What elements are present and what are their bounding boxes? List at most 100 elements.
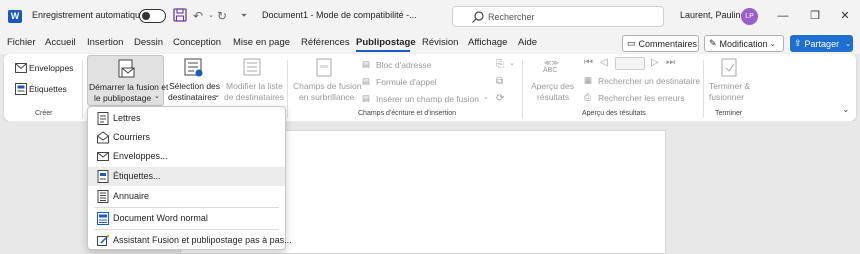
chevron-down-icon: ⌄ <box>154 93 160 100</box>
insert-field-label: Insérer un champ de fusion <box>376 94 480 104</box>
menu-item-label: Étiquettes... <box>113 171 161 181</box>
recipients-list-icon <box>184 58 203 77</box>
finish-merge-icon <box>721 58 737 77</box>
tab-accueil[interactable]: Accueil <box>45 37 76 48</box>
group-separator <box>287 60 288 118</box>
group-separator <box>522 60 523 118</box>
menu-item-assistant-fusion[interactable]: Assistant Fusion et publipostage pas à p… <box>88 231 292 250</box>
search-box[interactable]: Rechercher <box>452 6 664 27</box>
comments-label: Commentaires <box>638 38 698 49</box>
customize-qat-icon[interactable]: ⏷ <box>236 8 252 24</box>
share-icon: ⇪ <box>794 38 802 48</box>
highlight-fields-icon <box>316 58 332 77</box>
group-label-creer: Créer <box>35 110 53 117</box>
menu-item-courriers[interactable]: Courriers <box>88 128 285 147</box>
first-record-icon: ⏮ <box>584 57 593 68</box>
check-errors-label: Rechercher les erreurs <box>598 93 685 103</box>
preview-line1: Aperçu des <box>531 81 574 91</box>
insert-field-icon: ▤ <box>362 93 371 103</box>
editing-label: Modification <box>719 38 768 49</box>
envelope-icon <box>97 152 109 161</box>
menu-item-label: Annuaire <box>113 191 150 201</box>
menu-item-lettres[interactable]: Lettres <box>88 109 285 128</box>
edit-list-icon <box>243 58 261 76</box>
menu-item-label: Lettres <box>113 113 141 123</box>
chevron-down-icon: ⌄ <box>769 40 776 48</box>
autosave-toggle[interactable] <box>139 9 166 23</box>
group-label-apercu: Aperçu des résultats <box>582 110 646 117</box>
letter-icon <box>97 112 109 125</box>
collapse-ribbon-chevron-icon[interactable]: ⌄ <box>842 104 850 115</box>
preview-line2: résultats <box>537 92 570 102</box>
word-document-icon <box>97 212 109 225</box>
comments-button[interactable]: ▭ Commentaires <box>622 35 699 52</box>
record-number-field <box>615 57 645 70</box>
tab-references[interactable]: Références <box>301 37 350 48</box>
start-mail-merge-button[interactable]: Démarrer la fusion et le publipostage ⌄ <box>87 55 168 106</box>
rules-icon: ⎘ <box>496 59 504 70</box>
restore-icon[interactable]: ❐ <box>808 8 822 24</box>
menu-item-enveloppes[interactable]: Enveloppes... <box>88 147 285 166</box>
select-recipients-button[interactable]: Sélection des destinataires ⌄ <box>166 55 222 106</box>
menu-item-annuaire[interactable]: Annuaire <box>88 187 285 206</box>
tab-publipostage[interactable]: Publipostage <box>356 37 416 48</box>
start-merge-label-line1: Démarrer la fusion et <box>89 82 169 92</box>
edit-list-line1: Modifier la liste <box>226 81 283 91</box>
menu-separator <box>94 229 279 230</box>
finish-line1: Terminer & <box>709 81 751 91</box>
greeting-line-button: ▤ Formule d'appel <box>362 75 452 90</box>
etiquettes-button[interactable]: Étiquettes <box>12 82 74 98</box>
greeting-line-icon: ▤ <box>362 76 371 86</box>
label-icon <box>97 170 109 183</box>
chevron-down-icon: ⌄ <box>509 60 515 67</box>
mail-merge-document-icon <box>118 59 135 78</box>
menu-item-document-word-normal[interactable]: Document Word normal <box>88 209 285 228</box>
tab-insertion[interactable]: Insertion <box>87 37 123 48</box>
menu-item-label: Courriers <box>113 132 151 142</box>
previous-record-icon: ◁ <box>600 57 608 68</box>
comment-icon: ▭ <box>627 38 636 48</box>
label-icon <box>15 83 27 95</box>
menu-item-label: Enveloppes... <box>113 151 168 161</box>
tab-conception[interactable]: Conception <box>173 37 221 48</box>
highlight-fields-line1: Champs de fusion <box>293 81 362 91</box>
directory-icon <box>97 190 109 203</box>
close-icon[interactable]: ✕ <box>838 8 852 24</box>
tab-dessin[interactable]: Dessin <box>134 37 163 48</box>
abc-arrows-icon: ≪≫ <box>544 60 559 67</box>
tab-fichier[interactable]: Fichier <box>7 37 36 48</box>
menu-item-etiquettes[interactable]: Étiquettes... <box>88 167 285 186</box>
avatar[interactable]: LP <box>741 8 758 25</box>
abc-icon: ABC <box>543 67 558 74</box>
envelope-icon <box>15 63 27 73</box>
redo-icon[interactable]: ↻ <box>214 8 230 24</box>
check-errors-icon: ⎙ <box>584 92 591 102</box>
greeting-line-label: Formule d'appel <box>376 77 437 87</box>
tab-revision[interactable]: Révision <box>422 37 458 48</box>
etiquettes-label: Étiquettes <box>29 84 67 94</box>
tab-affichage[interactable]: Affichage <box>468 37 507 48</box>
minimize-icon[interactable]: — <box>776 8 790 24</box>
active-tab-indicator <box>356 50 410 52</box>
find-recipient-button: ▦ Rechercher un destinataire <box>584 74 700 89</box>
enveloppes-button[interactable]: Enveloppes <box>12 61 74 77</box>
document-title[interactable]: Document1 - Mode de compatibilité -... <box>262 10 417 20</box>
user-name[interactable]: Laurent, Pauline <box>680 10 746 20</box>
group-label-champs: Champs d'écriture et d'insertion <box>358 110 456 117</box>
next-record-icon: ▷ <box>651 57 659 68</box>
ribbon-tabs-bar: Fichier Accueil Insertion Dessin Concept… <box>0 33 860 54</box>
group-separator <box>82 60 83 118</box>
menu-item-label: Assistant Fusion et publipostage pas à p… <box>113 235 292 245</box>
tab-aide[interactable]: Aide <box>518 37 537 48</box>
save-icon[interactable] <box>172 8 188 24</box>
menu-item-label: Document Word normal <box>113 213 208 223</box>
address-block-icon: ▤ <box>362 59 371 69</box>
search-placeholder: Rechercher <box>488 12 535 22</box>
tab-mise-en-page[interactable]: Mise en page <box>233 37 290 48</box>
select-recipients-line2: destinataires <box>168 92 217 102</box>
share-button[interactable]: ⇪ Partager ⌄ <box>790 35 853 52</box>
editing-mode-button[interactable]: ✎ Modification ⌄ <box>704 35 784 52</box>
finish-merge-button: Terminer & fusionner <box>706 55 754 106</box>
match-fields-icon: ⧉ <box>496 76 504 87</box>
chevron-down-icon: ⌄ <box>483 94 489 101</box>
